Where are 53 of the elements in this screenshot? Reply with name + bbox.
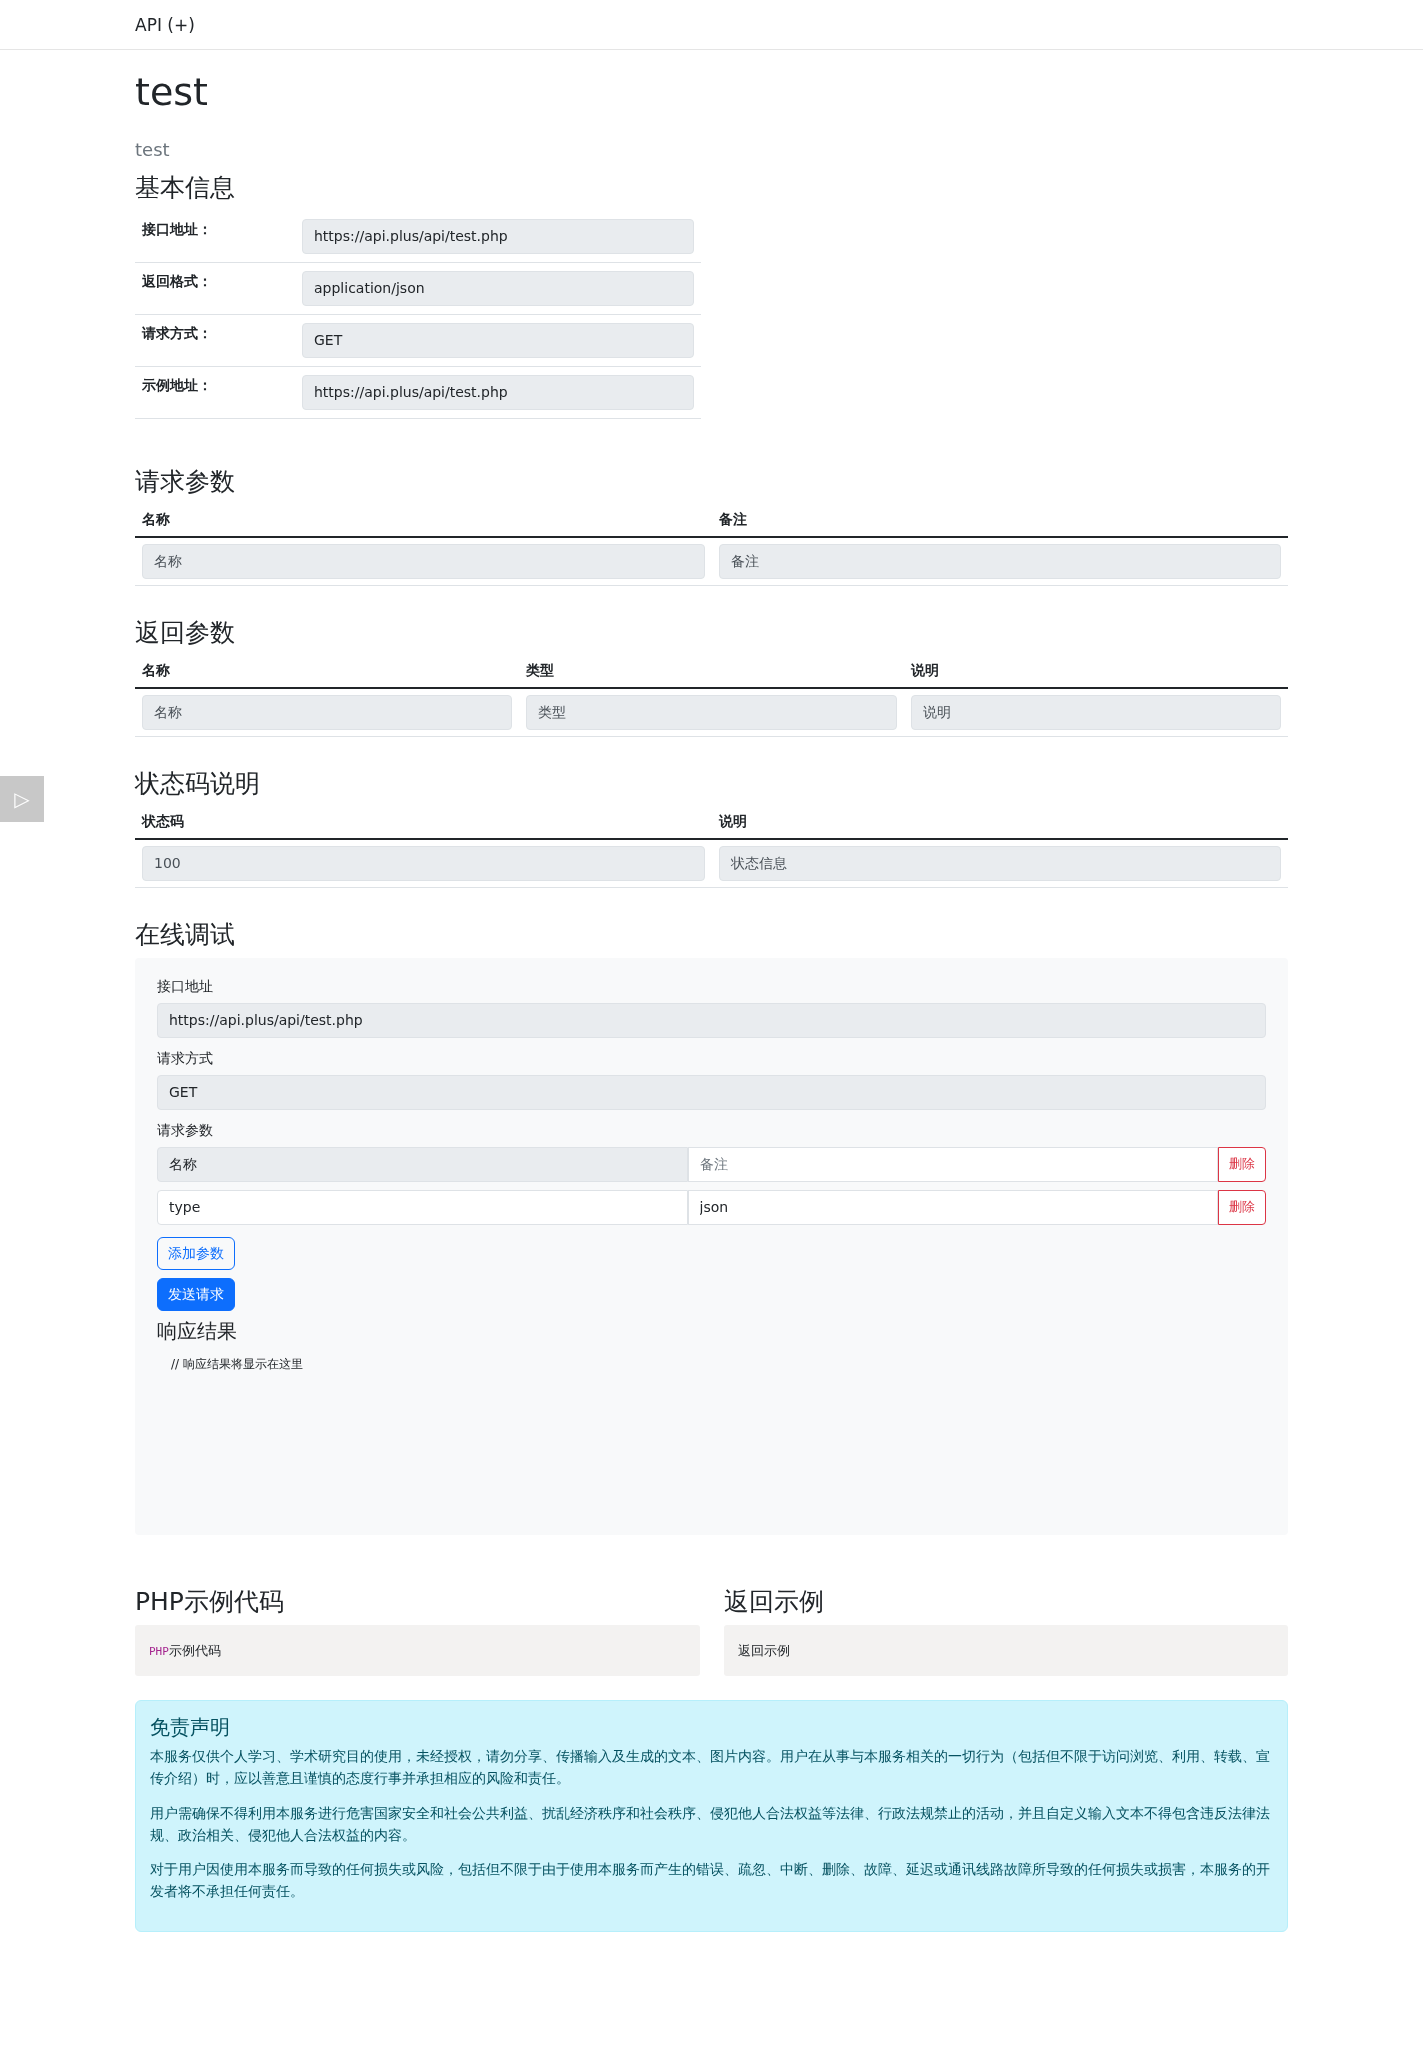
field-label: 示例地址： bbox=[142, 376, 212, 393]
readonly-field[interactable]: application/json bbox=[302, 270, 694, 306]
readonly-field[interactable]: 名称 bbox=[142, 543, 705, 579]
section-heading: PHP示例代码 bbox=[135, 1586, 285, 1617]
section-heading: 状态码说明 bbox=[135, 768, 261, 799]
add-param-button[interactable]: 添加参数 bbox=[157, 1236, 235, 1270]
field-label: 请求方式 bbox=[157, 1048, 214, 1068]
navbar-brand[interactable]: API (+) bbox=[135, 0, 195, 50]
readonly-field[interactable]: https://api.plus/api/test.php bbox=[157, 1002, 1266, 1038]
readonly-field[interactable]: 备注 bbox=[718, 543, 1281, 579]
column-header: 类型 bbox=[526, 661, 555, 678]
section-heading: 请求参数 bbox=[135, 466, 236, 497]
column-header: 名称 bbox=[142, 661, 170, 678]
delete-button[interactable]: 删除 bbox=[1218, 1189, 1266, 1225]
column-header: 名称 bbox=[142, 510, 170, 527]
response-heading: 响应结果 bbox=[157, 1318, 238, 1343]
delete-button[interactable]: 删除 bbox=[1218, 1146, 1266, 1182]
section-heading: 基本信息 bbox=[135, 172, 236, 203]
input-field[interactable]: json bbox=[687, 1189, 1218, 1225]
readonly-field[interactable]: 类型 bbox=[526, 694, 897, 730]
input-field[interactable]: 名称 bbox=[157, 1146, 688, 1182]
column-header: 说明 bbox=[718, 812, 747, 829]
input-field[interactable]: type bbox=[157, 1189, 688, 1225]
field-label: 接口地址 bbox=[157, 976, 214, 996]
column-header: 状态码 bbox=[142, 812, 184, 829]
readonly-field[interactable]: https://api.plus/api/test.php bbox=[302, 374, 694, 410]
page-title: test bbox=[135, 70, 209, 116]
field-label: 接口地址： bbox=[142, 220, 212, 237]
input-field[interactable]: 备注 bbox=[687, 1146, 1218, 1182]
alert-paragraph: 本服务仅供个人学习、学术研究目的使用，未经授权，请勿分享、传播输入及生成的文本、图片内容。用户在从事与本服务相关的一切行为（包括但不限于访问浏览、利用、转载、宣传介绍）时，应以善意且谨慎的态度行事并承担相应的风险和责任。 bbox=[150, 1747, 1271, 1789]
readonly-field[interactable]: 状态信息 bbox=[718, 845, 1281, 881]
readonly-field[interactable]: 名称 bbox=[142, 694, 513, 730]
code-block: 返回示例 bbox=[723, 1624, 1288, 1677]
readonly-field[interactable]: GET bbox=[302, 322, 694, 358]
section-heading: 返回参数 bbox=[135, 617, 236, 648]
alert-paragraph: 对于用户因使用本服务而导致的任何损失或风险，包括但不限于由于使用本服务而产生的错误、疏忽、中断、删除、故障、延迟或通讯线路故障所导致的任何损失或损害，本服务的开发者将不承担任何责任。 bbox=[150, 1860, 1271, 1902]
send-request-button[interactable]: 发送请求 bbox=[157, 1277, 235, 1311]
field-label: 返回格式： bbox=[142, 272, 212, 289]
section-heading: 返回示例 bbox=[723, 1586, 825, 1617]
alert-heading: 免责声明 bbox=[150, 1715, 231, 1740]
readonly-field[interactable]: 100 bbox=[142, 845, 705, 881]
column-header: 说明 bbox=[910, 661, 939, 678]
page-description: test bbox=[135, 137, 171, 162]
readonly-field[interactable]: GET bbox=[157, 1074, 1266, 1110]
alert-paragraph: 用户需确保不得利用本服务进行危害国家安全和社会公共利益、扰乱经济秩序和社会秩序、侵犯他人合法权益等法律、行政法规禁止的活动，并且自定义输入文本不得包含违反法律法规、政治相关、侵犯他人合法权益的内容。 bbox=[150, 1803, 1271, 1845]
column-header: 备注 bbox=[718, 510, 747, 527]
code-block: PHP示例代码 bbox=[135, 1624, 700, 1677]
section-heading: 在线调试 bbox=[135, 919, 236, 950]
readonly-field[interactable]: https://api.plus/api/test.php bbox=[302, 218, 694, 254]
field-label: 请求方式： bbox=[142, 324, 212, 341]
field-label: 请求参数 bbox=[157, 1120, 214, 1140]
response-text: // 响应结果将显示在这里 bbox=[170, 1355, 304, 1373]
readonly-field[interactable]: 说明 bbox=[910, 694, 1281, 730]
